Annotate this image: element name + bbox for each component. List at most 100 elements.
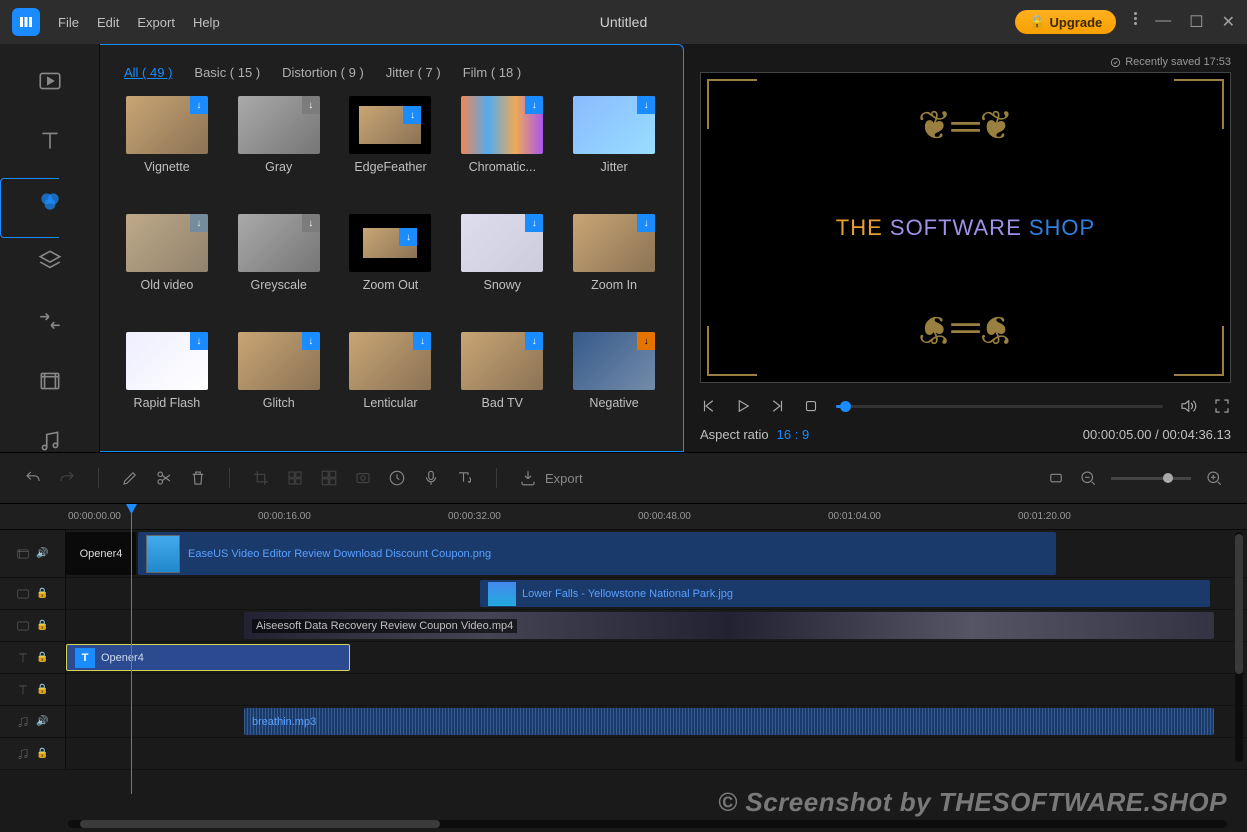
playback-slider[interactable] [836,405,1163,408]
track-head-audio2[interactable]: 🔒 [0,738,66,769]
menu-export[interactable]: Export [137,15,175,30]
clip-pip[interactable]: Lower Falls - Yellowstone National Park.… [480,580,1210,607]
download-icon[interactable]: ↓ [525,96,543,114]
sidebar-item-text[interactable] [30,128,70,154]
split-button[interactable] [155,469,173,487]
effect-item[interactable]: ↓Bad TV [459,332,545,436]
ruler-tick: 00:00:16.00 [258,511,311,522]
download-icon[interactable]: ↓ [190,332,208,350]
download-icon[interactable]: ↓ [302,96,320,114]
download-icon[interactable]: ↓ [637,96,655,114]
delete-button[interactable] [189,469,207,487]
audio-track-1: 🔊 breathin.mp3 [0,706,1247,738]
download-icon[interactable]: ↓ [399,228,417,246]
download-icon[interactable]: ↓ [302,214,320,232]
effect-item[interactable]: ↓Glitch [236,332,322,436]
clip-image-1[interactable]: EaseUS Video Editor Review Download Disc… [138,532,1056,575]
clip-opener[interactable]: Opener4 [66,532,136,575]
download-icon[interactable]: ↓ [413,332,431,350]
upgrade-button[interactable]: 🔒 Upgrade [1015,10,1116,34]
voiceover-button[interactable] [422,469,440,487]
pip-track-2: 🔒 Aiseesoft Data Recovery Review Coupon … [0,610,1247,642]
edit-tool-button[interactable] [121,469,139,487]
fullscreen-icon[interactable] [1213,397,1231,415]
filter-tab[interactable]: All ( 49 ) [124,65,172,80]
track-head-text[interactable]: 🔒 [0,642,66,673]
effect-item[interactable]: ↓Zoom Out [348,214,434,318]
minimize-button[interactable]: — [1155,12,1171,32]
menu-help[interactable]: Help [193,15,220,30]
track-head-text2[interactable]: 🔒 [0,674,66,705]
clip-text[interactable]: TOpener4 [66,644,350,671]
export-button[interactable]: Export [519,469,583,487]
zoom-out-button[interactable] [1079,469,1097,487]
close-button[interactable]: ✕ [1222,12,1235,32]
effect-item[interactable]: ↓Negative [571,332,657,436]
crop-button[interactable] [252,469,270,487]
menu-edit[interactable]: Edit [97,15,119,30]
clip-video-2[interactable]: Aiseesoft Data Recovery Review Coupon Vi… [244,612,1214,639]
timeline-ruler[interactable]: 00:00:00.0000:00:16.0000:00:32.0000:00:4… [0,504,1247,530]
timeline-h-scrollbar[interactable] [68,820,1227,828]
sidebar-item-elements[interactable] [30,368,70,394]
effect-item[interactable]: ↓Greyscale [236,214,322,318]
download-icon[interactable]: ↓ [525,214,543,232]
redo-button[interactable] [58,469,76,487]
next-frame-button[interactable] [768,397,786,415]
sidebar-item-filters[interactable] [30,188,70,214]
zoom-button[interactable] [320,469,338,487]
effects-tabs: All ( 49 ) Basic ( 15 ) Distortion ( 9 ) Ji… [124,65,667,80]
download-icon[interactable]: ↓ [637,332,655,350]
effect-label: EdgeFeather [354,160,426,174]
speech-button[interactable] [456,469,474,487]
effect-item[interactable]: ↓Snowy [459,214,545,318]
effect-item[interactable]: ↓Gray [236,96,322,200]
download-icon[interactable]: ↓ [302,332,320,350]
duration-button[interactable] [388,469,406,487]
menu-file[interactable]: File [58,15,79,30]
fit-button[interactable] [1047,469,1065,487]
effect-item[interactable]: ↓Rapid Flash [124,332,210,436]
sidebar-item-media[interactable] [30,68,70,94]
playhead[interactable] [131,504,132,794]
volume-icon[interactable] [1179,397,1197,415]
filter-tab[interactable]: Film ( 18 ) [463,65,522,80]
filter-tab[interactable]: Basic ( 15 ) [194,65,260,80]
download-icon[interactable]: ↓ [525,332,543,350]
download-icon[interactable]: ↓ [190,96,208,114]
freeze-button[interactable] [354,469,372,487]
download-icon[interactable]: ↓ [190,214,208,232]
sidebar-item-transitions[interactable] [30,308,70,334]
track-head-pip2[interactable]: 🔒 [0,610,66,641]
left-sidebar [0,44,100,452]
filter-tab[interactable]: Jitter ( 7 ) [386,65,441,80]
effect-item[interactable]: ↓Chromatic... [459,96,545,200]
video-preview[interactable]: ❦═❦ THE SOFTWARE SHOP ❦═❦ [700,72,1231,383]
effect-item[interactable]: ↓ EdgeFeather [348,96,434,200]
effect-item[interactable]: ↓Old video [124,214,210,318]
filter-tab[interactable]: Distortion ( 9 ) [282,65,364,80]
timeline-v-scrollbar[interactable] [1235,532,1243,762]
download-icon[interactable]: ↓ [637,214,655,232]
sidebar-item-overlays[interactable] [30,248,70,274]
prev-frame-button[interactable] [700,397,718,415]
effect-item[interactable]: ↓Jitter [571,96,657,200]
stop-button[interactable] [802,397,820,415]
effect-item[interactable]: ↓Zoom In [571,214,657,318]
aspect-ratio-value[interactable]: 16 : 9 [777,427,810,442]
zoom-slider[interactable] [1111,477,1191,480]
effect-item[interactable]: ↓Vignette [124,96,210,200]
more-icon[interactable] [1134,12,1137,32]
track-head-pip[interactable]: 🔒 [0,578,66,609]
undo-button[interactable] [24,469,42,487]
play-button[interactable] [734,397,752,415]
zoom-in-button[interactable] [1205,469,1223,487]
sidebar-item-music[interactable] [30,428,70,454]
mosaic-button[interactable] [286,469,304,487]
clip-audio[interactable]: breathin.mp3 [244,708,1214,735]
maximize-button[interactable]: ☐ [1189,12,1203,32]
track-head-video[interactable]: 🔊 [0,530,66,577]
download-icon[interactable]: ↓ [403,106,421,124]
track-head-audio[interactable]: 🔊 [0,706,66,737]
effect-item[interactable]: ↓Lenticular [348,332,434,436]
